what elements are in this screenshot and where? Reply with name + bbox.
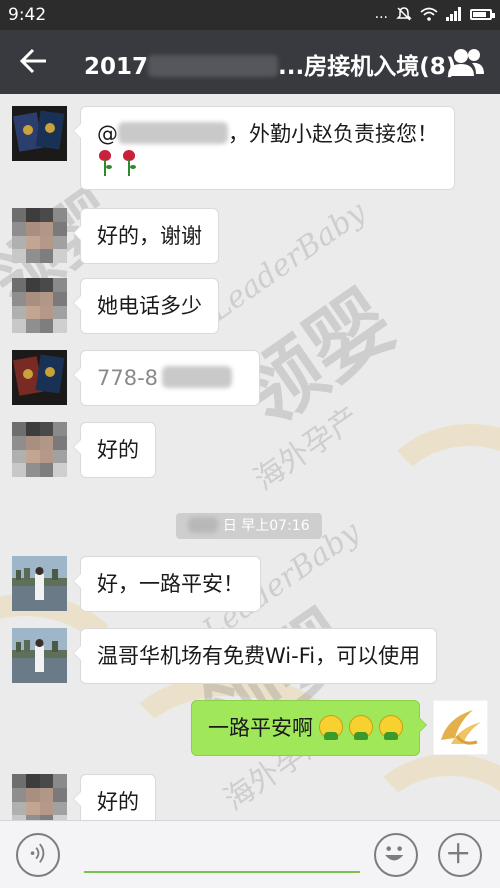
message-bubble[interactable]: @ ，外勤小赵负责接您！ — [73, 106, 455, 190]
avatar-person-waterfront[interactable] — [12, 628, 67, 683]
message-text-prefix: @ — [97, 122, 118, 146]
message-bubble[interactable]: 好的 — [73, 422, 156, 478]
person-photo — [12, 556, 67, 611]
message-text: 好的，谢谢 — [97, 224, 202, 248]
redacted-name — [118, 122, 228, 144]
watermark-brand-en: LeaderBaby — [202, 194, 373, 329]
redacted-block — [148, 55, 279, 77]
avatar-blurred[interactable] — [12, 774, 67, 820]
frog-emoji-icon — [319, 715, 343, 740]
message-bubble[interactable]: 她电话多少 — [73, 278, 219, 334]
pixelated-photo — [12, 278, 67, 333]
person-photo — [12, 628, 67, 683]
avatar-blurred[interactable] — [12, 422, 67, 477]
rose-emoji-icon — [121, 150, 137, 176]
redacted-date — [188, 517, 219, 533]
watermark-wing — [370, 424, 500, 594]
watermark-wing — [360, 754, 500, 820]
battery-level — [473, 11, 486, 17]
status-time: 9:42 — [8, 5, 47, 25]
avatar-passport[interactable] — [12, 106, 67, 161]
chat-title-suffix: ...房接机入境(8) — [278, 54, 457, 80]
avatar-blurred[interactable] — [12, 208, 67, 263]
avatar-person-waterfront[interactable] — [12, 556, 67, 611]
chat-title-prefix: 2017 — [84, 54, 149, 80]
message-text: 好的 — [97, 438, 139, 462]
group-members-icon[interactable] — [446, 46, 486, 78]
chat-timestamp: 日 早上07:16 — [176, 513, 322, 539]
more-functions-button[interactable] — [438, 833, 482, 877]
message-text: 她电话多少 — [97, 294, 202, 318]
voice-button[interactable] — [16, 833, 60, 877]
message-bubble[interactable]: 好的，谢谢 — [73, 208, 219, 264]
more-dots-icon: ... — [374, 6, 388, 22]
message-bubble[interactable]: 好，一路平安！ — [73, 556, 261, 612]
emoji-button[interactable] — [374, 833, 418, 877]
chat-area[interactable]: LeaderBaby 领婴 海外孕产 领婴 LeaderBaby 领婴 海外孕产… — [0, 94, 500, 820]
message-text-suffix: ，外勤小赵负责接您！ — [228, 122, 438, 146]
back-arrow-icon[interactable] — [18, 44, 50, 78]
message-bubble[interactable]: 778-8 — [73, 350, 260, 406]
passport-image — [12, 350, 67, 405]
input-bar — [0, 820, 500, 888]
avatar-passport[interactable] — [12, 350, 67, 405]
message-text: 好，一路平安！ — [97, 572, 244, 596]
pixelated-photo — [12, 422, 67, 477]
voice-wave-icon — [30, 843, 45, 863]
title-bar: 2017 ...房接机入境(8) — [0, 30, 500, 94]
wifi-icon — [420, 7, 438, 21]
wing-logo-icon — [433, 700, 488, 755]
mute-bell-icon — [396, 7, 412, 21]
watermark-tagline: 海外孕产 — [247, 400, 367, 498]
rose-emoji-icon — [97, 150, 113, 176]
redacted-phone — [162, 366, 233, 388]
message-bubble-sent[interactable]: 一路平安啊 — [191, 700, 427, 756]
message-text: 好的 — [97, 790, 139, 814]
pixelated-photo — [12, 774, 67, 820]
chat-title: 2017 ...房接机入境(8) — [84, 47, 456, 81]
message-text: 一路平安啊 — [208, 716, 313, 740]
watermark-wing — [0, 594, 140, 794]
status-bar: 9:42 ... — [0, 0, 500, 30]
timestamp-text: 日 早上07:16 — [222, 518, 310, 534]
battery-icon — [470, 8, 495, 20]
avatar-blurred[interactable] — [12, 278, 67, 333]
frog-emoji-icon — [349, 715, 373, 740]
message-input[interactable] — [84, 871, 360, 873]
message-bubble[interactable]: 好的 — [73, 774, 156, 820]
smiley-icon — [385, 846, 404, 861]
my-avatar-logo[interactable] — [433, 700, 488, 755]
pixelated-photo — [12, 208, 67, 263]
message-bubble[interactable]: 温哥华机场有免费Wi-Fi，可以使用 — [72, 628, 438, 684]
message-text: 温哥华机场有免费Wi-Fi，可以使用 — [97, 644, 421, 668]
phone-number-text: 778-8 — [97, 366, 159, 390]
passport-image — [12, 106, 67, 161]
status-icons: ... — [374, 6, 495, 22]
signal-icon — [446, 7, 461, 21]
frog-emoji-icon — [379, 715, 403, 740]
plus-icon — [448, 843, 469, 864]
